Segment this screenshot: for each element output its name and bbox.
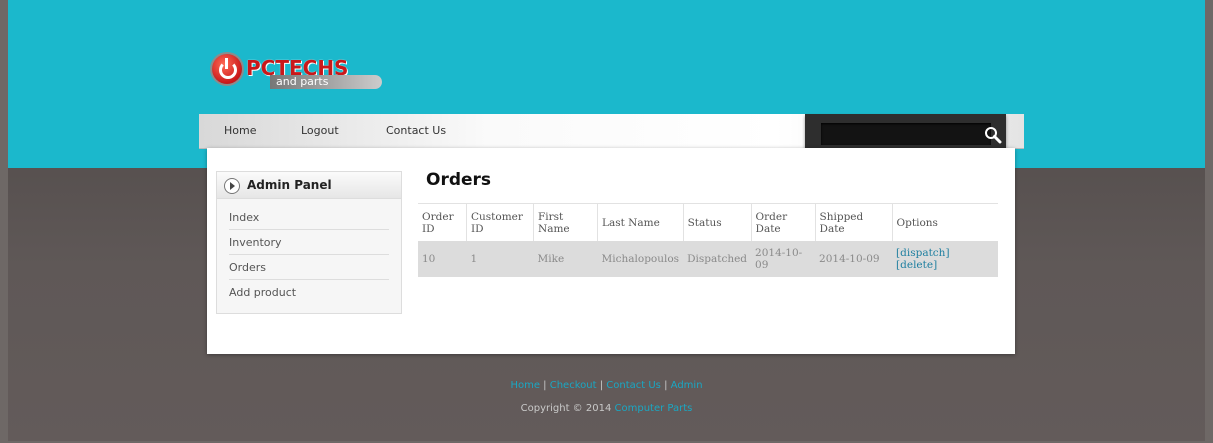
footer-brand-link[interactable]: Computer Parts	[615, 403, 693, 414]
play-icon	[224, 178, 240, 194]
logo-tagline: and parts	[270, 75, 382, 89]
cell-options: [dispatch] [delete]	[892, 241, 998, 277]
delete-link[interactable]: [delete]	[896, 259, 994, 271]
footer-separator: |	[664, 380, 668, 391]
column-header-order-id: Order ID	[418, 203, 467, 241]
nav-item-logout[interactable]: Logout	[301, 124, 339, 137]
footer-separator: |	[599, 380, 604, 391]
orders-table: Order ID Customer ID First Name Last Nam…	[418, 203, 998, 277]
footer-link-checkout[interactable]: Checkout	[550, 380, 597, 391]
admin-panel: Admin Panel Index Inventory Orders Add p…	[216, 171, 402, 314]
table-header-row: Order ID Customer ID First Name Last Nam…	[418, 203, 998, 241]
sidebar-item-add-product[interactable]: Add product	[229, 280, 389, 304]
cell-last-name: Michalopoulos	[597, 241, 684, 277]
column-header-status: Status	[682, 203, 752, 241]
sidebar-item-index[interactable]: Index	[229, 205, 389, 230]
column-header-last-name: Last Name	[597, 203, 684, 241]
cell-status: Dispatched	[683, 241, 752, 277]
column-header-customer-id: Customer ID	[466, 203, 534, 241]
nav-item-contact[interactable]: Contact Us	[386, 124, 446, 137]
footer-separator: |	[543, 380, 547, 391]
page-frame-right	[1205, 0, 1213, 443]
site-logo[interactable]: PCTECHS and parts	[212, 54, 382, 92]
cell-order-date: 2014-10-09	[751, 241, 816, 277]
footer-copyright: Copyright © 2014 Computer Parts	[0, 403, 1213, 414]
search-input[interactable]	[821, 123, 991, 145]
admin-panel-header: Admin Panel	[217, 172, 401, 199]
content-panel: Admin Panel Index Inventory Orders Add p…	[207, 148, 1015, 354]
cell-order-id: 10	[418, 241, 467, 277]
footer-link-home[interactable]: Home	[510, 380, 540, 391]
sidebar-item-orders[interactable]: Orders	[229, 255, 389, 280]
table-row: 10 1 Mike Michalopoulos Dispatched 2014-…	[418, 241, 998, 277]
footer-link-admin[interactable]: Admin	[671, 380, 703, 391]
page-frame-left	[0, 0, 8, 443]
cell-first-name: Mike	[533, 241, 598, 277]
dispatch-link[interactable]: [dispatch]	[896, 247, 994, 259]
column-header-order-date: Order Date	[750, 203, 816, 241]
cell-shipped-date: 2014-10-09	[815, 241, 893, 277]
copyright-text: Copyright © 2014	[520, 403, 612, 414]
sidebar-item-inventory[interactable]: Inventory	[229, 230, 389, 255]
column-header-options: Options	[891, 203, 998, 241]
power-icon	[212, 54, 242, 84]
page-title: Orders	[426, 170, 492, 190]
admin-panel-title: Admin Panel	[247, 178, 332, 192]
footer-links: Home | Checkout | Contact Us | Admin	[0, 380, 1213, 391]
nav-item-home[interactable]: Home	[224, 124, 256, 137]
column-header-shipped-date: Shipped Date	[814, 203, 893, 241]
cell-customer-id: 1	[466, 241, 534, 277]
search-icon[interactable]	[984, 126, 1002, 144]
footer-link-contact[interactable]: Contact Us	[606, 380, 661, 391]
column-header-first-name: First Name	[533, 203, 598, 241]
